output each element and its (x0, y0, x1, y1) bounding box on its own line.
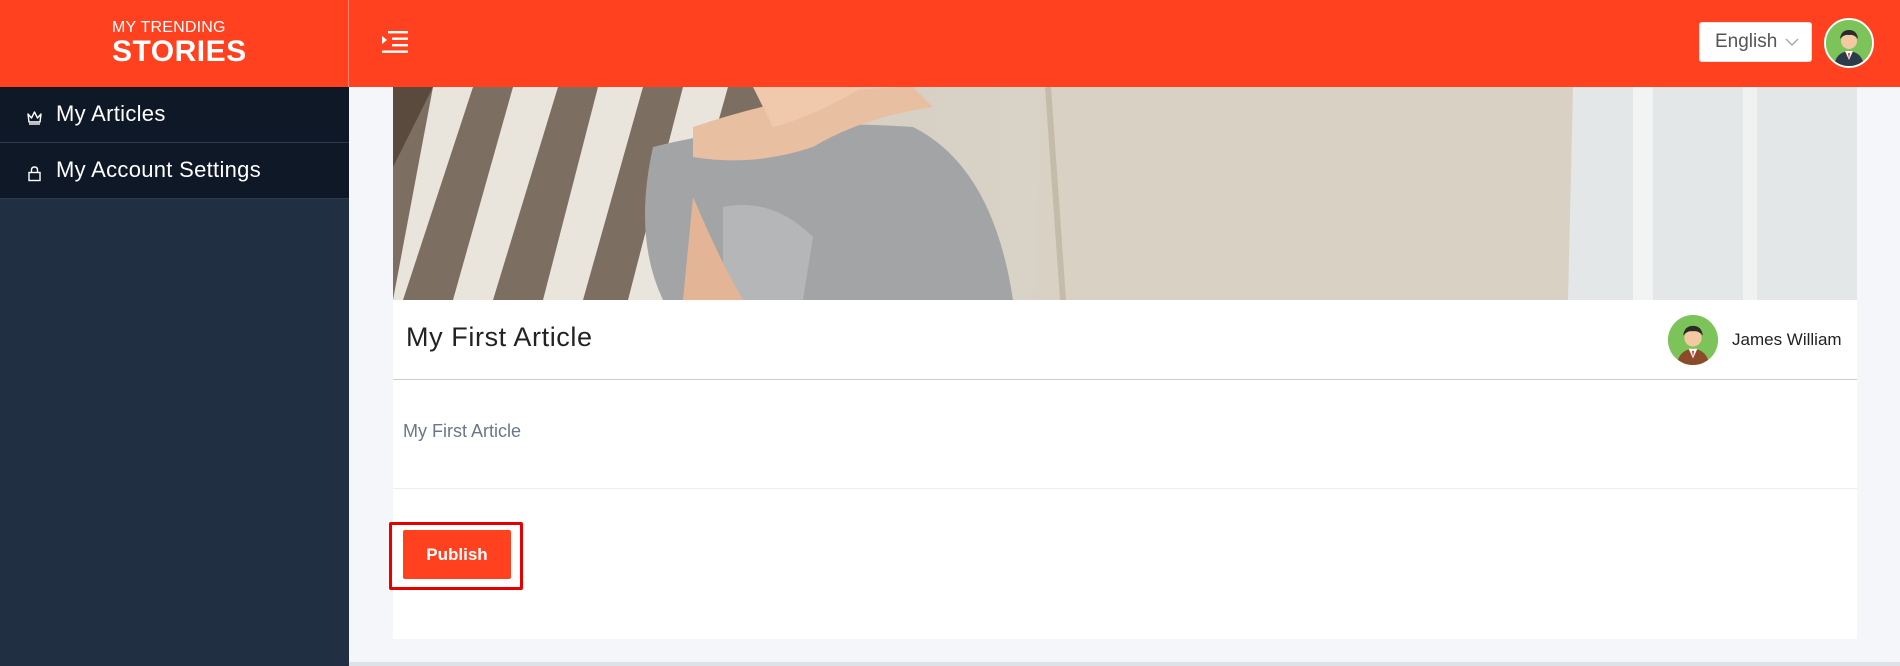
article-card: My First Article James William (393, 87, 1857, 639)
sidebar-item-my-articles[interactable]: My Articles (0, 87, 349, 143)
article-body-text: My First Article (403, 421, 522, 441)
sidebar-item-my-account-settings[interactable]: My Account Settings (0, 143, 349, 199)
article-cover-image (393, 87, 1857, 300)
language-value: English (1715, 31, 1778, 52)
indent-menu-icon[interactable] (380, 29, 410, 55)
publish-button[interactable]: Publish (403, 530, 511, 579)
chevron-down-icon (1785, 34, 1799, 50)
lock-icon (26, 162, 43, 182)
user-avatar[interactable] (1824, 18, 1874, 68)
language-select[interactable]: English (1699, 22, 1812, 62)
top-header: MY TRENDING STORIES English (0, 0, 1900, 87)
page-bottom-border (349, 662, 1900, 666)
article-header: My First Article James William (393, 300, 1857, 380)
brand-logo[interactable]: MY TRENDING STORIES (0, 0, 349, 87)
author-name: James William (1732, 330, 1842, 349)
sidebar: My Articles My Account Settings (0, 87, 349, 666)
crown-icon (26, 106, 43, 125)
brand-line-bottom: STORIES (112, 35, 247, 68)
content-divider (393, 488, 1857, 489)
article-title: My First Article (406, 322, 593, 352)
sidebar-item-label: My Account Settings (56, 157, 262, 182)
author-avatar (1668, 315, 1718, 365)
sidebar-item-label: My Articles (56, 101, 166, 126)
